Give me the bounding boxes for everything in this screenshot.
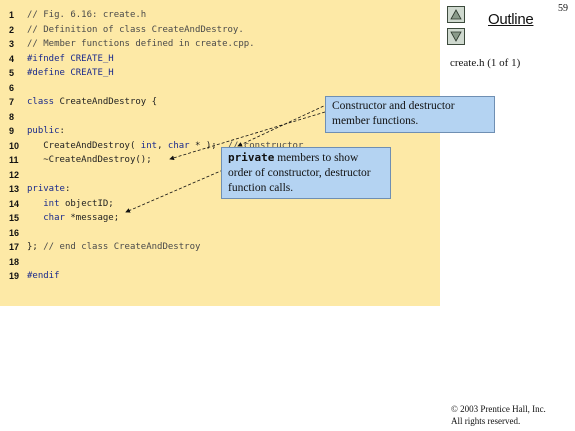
private-members-callout: private members to show order of constru… [221, 147, 391, 199]
callout-text: Constructor and destructor member functi… [332, 100, 455, 127]
arrow-to-constructor [237, 103, 329, 147]
copyright-line: All rights reserved. [451, 416, 521, 426]
page-number: 59 [558, 3, 568, 14]
triangle-up-icon [450, 9, 462, 20]
copyright-notice: © 2003 Prentice Hall, Inc. All rights re… [451, 403, 546, 427]
private-keyword: private [228, 151, 275, 164]
arrow-to-private-members [125, 169, 224, 213]
triangle-down-icon [450, 31, 462, 42]
file-label: create.h (1 of 1) [450, 57, 521, 69]
next-slide-button[interactable] [447, 28, 465, 45]
outline-title[interactable]: Outline [488, 11, 534, 28]
constructor-destructor-callout: Constructor and destructor member functi… [325, 96, 495, 133]
previous-slide-button[interactable] [447, 6, 465, 23]
copyright-line: © 2003 Prentice Hall, Inc. [451, 404, 546, 414]
